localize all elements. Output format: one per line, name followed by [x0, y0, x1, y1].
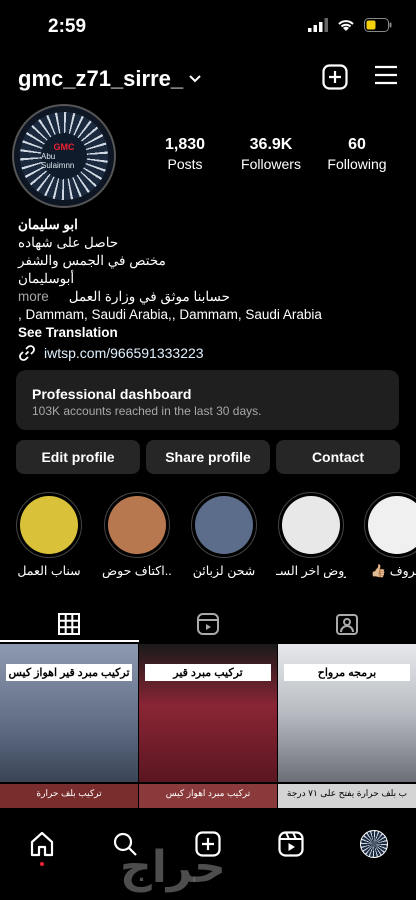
wifi-icon: [338, 20, 354, 31]
bio-more-link[interactable]: more: [18, 288, 49, 306]
post-caption: برمجه مرواح: [284, 664, 410, 681]
see-translation-link[interactable]: See Translation: [18, 324, 398, 342]
tab-tagged[interactable]: [277, 604, 416, 644]
nav-home[interactable]: [22, 824, 62, 866]
display-name: ابو سليمان: [18, 217, 78, 232]
followers-label: Followers: [241, 156, 301, 172]
username-switcher[interactable]: gmc_z71_sirre_: [18, 66, 201, 92]
professional-dashboard[interactable]: Professional dashboard 103K accounts rea…: [16, 370, 399, 430]
highlight-label: شحن لزبائن: [192, 564, 256, 578]
posts-count[interactable]: 1,830 Posts: [150, 136, 220, 172]
create-post-icon[interactable]: [322, 64, 348, 90]
reels-icon: [278, 831, 304, 857]
active-tab-indicator: [0, 640, 139, 642]
avatar-brand: GMC: [53, 142, 75, 152]
tab-grid[interactable]: [0, 604, 139, 644]
post-thumbnail[interactable]: برمجه مرواح: [278, 644, 416, 782]
highlight-thumbnail: [368, 496, 416, 554]
status-icons: [308, 18, 392, 32]
nav-profile[interactable]: [354, 824, 394, 864]
username: gmc_z71_sirre_: [18, 66, 184, 91]
grid-icon: [58, 613, 81, 635]
post-caption: تركيب مبرد اهواز كيس: [165, 788, 251, 798]
battery-icon: [364, 18, 392, 32]
edit-profile-button[interactable]: Edit profile: [16, 440, 140, 474]
post-thumbnail[interactable]: ب بلف حرارة يفتح على ٧١ درجة: [278, 784, 416, 810]
share-profile-button[interactable]: Share profile: [146, 440, 270, 474]
status-time: 2:59: [48, 16, 87, 37]
highlight-label: اكتاف حوض...: [102, 564, 172, 578]
dashboard-title: Professional dashboard: [32, 386, 192, 402]
signal-icon: [308, 18, 328, 32]
highlight-thumbnail: [20, 496, 78, 554]
following-count[interactable]: 60 Following: [322, 136, 392, 172]
post-caption: تركيب مبرد قير: [145, 664, 271, 681]
bio-location: , Dammam, Saudi Arabia,, Dammam, Saudi A…: [18, 307, 322, 322]
followers-count[interactable]: 36.9K Followers: [236, 136, 306, 172]
post-caption: ب بلف حرارة يفتح على ٧١ درجة: [286, 788, 408, 798]
post-thumbnail[interactable]: تركيب بلف حرارة: [0, 784, 138, 810]
profile-avatar-small: [360, 830, 389, 858]
home-icon: [30, 831, 53, 857]
highlight-item[interactable]: شحن لزبائن: [189, 492, 259, 578]
menu-icon[interactable]: [374, 64, 398, 86]
highlight-thumbnail: [195, 496, 253, 554]
highlight-thumbnail: [282, 496, 340, 554]
posts-grid: تركيب مبرد قير اهواز كيس تركيب مبرد قير …: [0, 644, 416, 810]
posts-number: 1,830: [164, 136, 206, 153]
tab-reels[interactable]: [139, 604, 278, 644]
chevron-down-icon: [189, 75, 201, 83]
highlight-thumbnail: [108, 496, 166, 554]
following-number: 60: [348, 136, 366, 153]
profile-bio: ابو سليمان حاصل على شهاده مختص في الجمس …: [18, 216, 398, 342]
story-highlights: سناب العمل اكتاف حوض... شحن لزبائن عروض …: [0, 492, 416, 592]
following-label: Following: [327, 156, 387, 172]
posts-label: Posts: [167, 156, 203, 172]
highlight-item[interactable]: اكتاف حوض...: [102, 492, 172, 578]
notification-dot: [39, 862, 44, 866]
avatar-caption: Abu Sulaimnn: [41, 152, 75, 170]
nav-reels[interactable]: [271, 824, 311, 864]
dashboard-subtitle: 103K accounts reached in the last 30 day…: [32, 404, 262, 418]
highlight-label: 👍🏼 حروف: [370, 564, 416, 578]
highlight-label: عروض اخر السـ...: [276, 564, 346, 578]
profile-tabs: [0, 604, 416, 644]
contact-button[interactable]: Contact: [276, 440, 400, 474]
bio-line-2: مختص في الجمس والشفر: [18, 253, 166, 268]
highlight-label: سناب العمل: [17, 564, 81, 578]
link-icon: [19, 345, 35, 361]
reels-icon: [197, 613, 219, 635]
post-caption: تركيب مبرد قير اهواز كيس: [6, 664, 132, 681]
haraj-watermark: حراج: [120, 842, 226, 893]
highlight-item[interactable]: سناب العمل: [14, 492, 84, 578]
highlight-item[interactable]: 👍🏼 حروف: [362, 492, 416, 579]
profile-link[interactable]: iwtsp.com/966591333223: [18, 344, 204, 362]
profile-link-url: iwtsp.com/966591333223: [44, 345, 204, 361]
post-caption: تركيب بلف حرارة: [36, 788, 102, 798]
bio-line-4: حسابنا موثق في وزارة العمل: [68, 289, 230, 304]
profile-avatar[interactable]: GMC Abu Sulaimnn: [12, 104, 116, 208]
highlight-item[interactable]: عروض اخر السـ...: [276, 492, 346, 578]
bio-line-1: حاصل على شهاده: [18, 235, 119, 250]
post-thumbnail[interactable]: تركيب مبرد اهواز كيس: [139, 784, 277, 810]
bio-line-3: أبوسليمان: [18, 271, 75, 286]
followers-number: 36.9K: [249, 136, 293, 153]
post-thumbnail[interactable]: تركيب مبرد قير: [139, 644, 277, 782]
post-thumbnail[interactable]: تركيب مبرد قير اهواز كيس: [0, 644, 138, 782]
tagged-icon: [335, 614, 358, 635]
